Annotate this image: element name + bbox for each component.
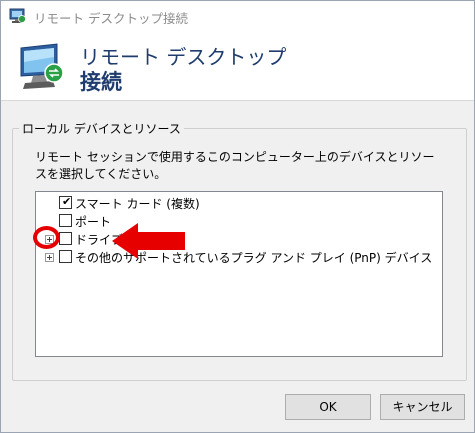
rdc-dialog: リモート デスクトップ接続 リモート デスクトップ 接続 ローカル デバイスとリ… xyxy=(0,0,475,433)
group-description: リモート セッションで使用するこのコンピューター上のデバイスとリソースを選択して… xyxy=(35,150,435,181)
tree-item-drives[interactable]: ドライブ xyxy=(36,229,436,247)
ok-button[interactable]: OK xyxy=(285,394,371,420)
annotation-circle xyxy=(33,226,60,249)
title-bar: リモート デスクトップ接続 xyxy=(1,1,474,32)
remote-desktop-icon xyxy=(9,8,26,23)
tree-item-smartcard[interactable]: ✔ スマート カード (複数) xyxy=(36,193,436,211)
check-icon: ✔ xyxy=(62,195,72,208)
device-tree[interactable]: ✔ スマート カード (複数) ポート ドライブ その他のサポートされているプラ… xyxy=(35,191,443,357)
header-banner: リモート デスクトップ 接続 xyxy=(1,32,474,101)
annotation-arrow-icon xyxy=(112,223,185,259)
smartcard-checkbox[interactable]: ✔ xyxy=(59,196,72,209)
tree-item-label: ポート xyxy=(75,215,112,229)
window-title: リモート デスクトップ接続 xyxy=(34,11,188,26)
tree-item-pnp-devices[interactable]: その他のサポートされているプラグ アンド プレイ (PnP) デバイス xyxy=(36,247,436,265)
remote-desktop-monitor-icon xyxy=(20,43,64,89)
banner-subtitle: 接続 xyxy=(80,70,122,94)
tree-item-ports[interactable]: ポート xyxy=(36,211,436,229)
cancel-button[interactable]: キャンセル xyxy=(380,394,465,420)
expand-plus-icon[interactable] xyxy=(45,253,54,262)
pnp-devices-checkbox[interactable] xyxy=(59,250,72,263)
group-label: ローカル デバイスとリソース xyxy=(19,120,184,137)
tree-item-label: スマート カード (複数) xyxy=(75,197,200,211)
ports-checkbox[interactable] xyxy=(59,214,72,227)
drives-checkbox[interactable] xyxy=(59,232,72,245)
